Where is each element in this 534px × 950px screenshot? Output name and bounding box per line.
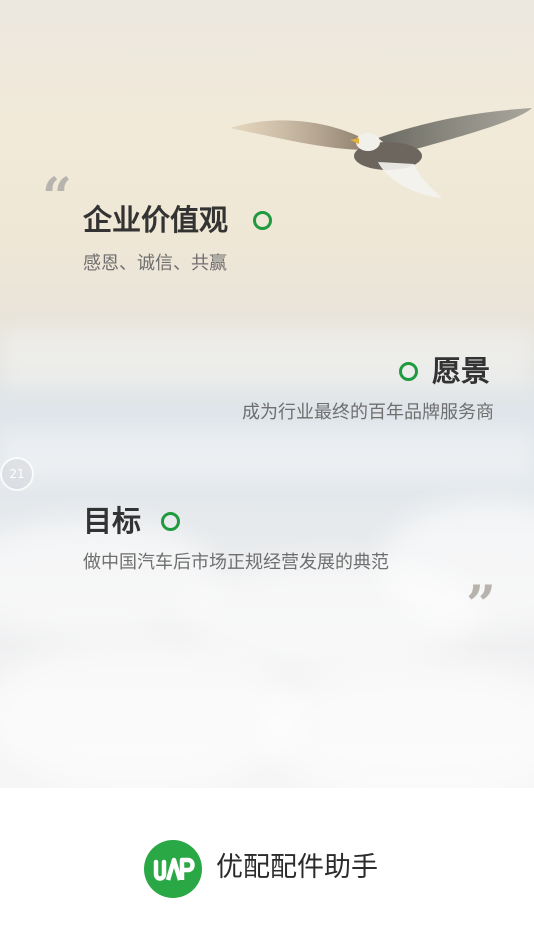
cloud — [0, 640, 300, 788]
goal-title: 目标 — [83, 504, 142, 538]
splash-background: “ ” 企业价值观 感恩、诚信、共赢 愿景 成为行业最终的百年品牌服务商 目标 … — [0, 0, 534, 788]
values-title: 企业价值观 — [83, 203, 229, 237]
app-logo-icon — [144, 840, 202, 898]
goal-ring-icon — [161, 512, 180, 531]
values-ring-icon — [253, 211, 272, 230]
open-quote-icon: “ — [42, 167, 72, 228]
vision-ring-icon — [399, 362, 418, 381]
goal-description: 做中国汽车后市场正规经营发展的典范 — [83, 552, 389, 573]
app-name: 优配配件助手 — [216, 852, 378, 883]
values-description: 感恩、诚信、共赢 — [83, 253, 227, 274]
haze-band — [0, 430, 534, 480]
cloud — [260, 660, 534, 788]
footer-brand-bar: 优配配件助手 — [0, 788, 534, 950]
logo-glyph — [153, 857, 195, 881]
close-quote-icon: ” — [466, 575, 496, 636]
countdown-skip-button[interactable]: 21 — [0, 457, 34, 491]
eagle-image — [230, 108, 532, 198]
vision-title: 愿景 — [432, 354, 491, 388]
vision-description: 成为行业最终的百年品牌服务商 — [242, 402, 494, 423]
